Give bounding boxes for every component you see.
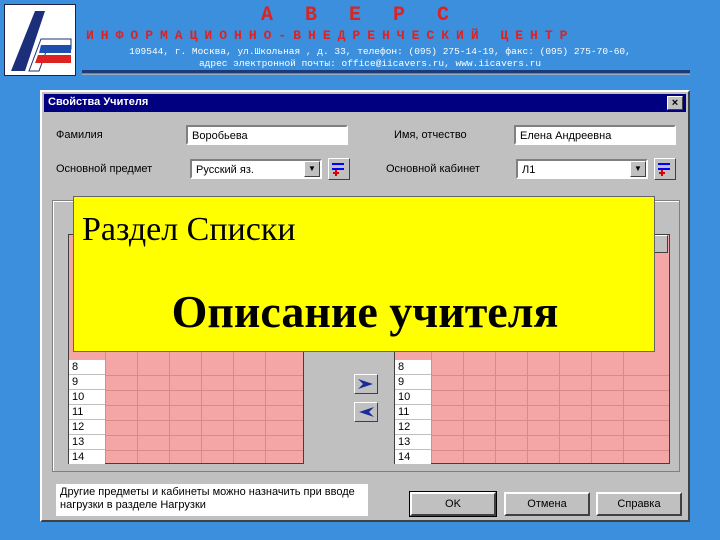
name-field[interactable]: Елена Андреевна <box>514 125 676 145</box>
grid-row-number: 14 <box>395 450 431 465</box>
room-edit-button[interactable] <box>654 158 676 180</box>
move-right-button[interactable] <box>354 374 378 394</box>
address-line-2: адрес электронной почты: office@iicavers… <box>198 58 542 69</box>
overlay-title: Раздел Списки <box>82 211 296 248</box>
slide-overlay: Раздел Списки Описание учителя <box>73 196 655 352</box>
subject-select[interactable]: Русский яз. ▼ <box>190 159 322 179</box>
dialog-titlebar[interactable]: Свойства Учителя × <box>44 94 686 112</box>
grid-row-number: 10 <box>69 390 105 405</box>
subject-label: Основной предмет <box>56 163 153 175</box>
overlay-subtitle: Описание учителя <box>171 286 559 337</box>
hint-note: Другие предметы и кабинеты можно назначи… <box>56 484 368 516</box>
surname-label: Фамилия <box>56 129 103 141</box>
room-value: Л1 <box>522 164 536 176</box>
grid-row-number: 11 <box>395 405 431 420</box>
grid-row-number: 13 <box>69 435 105 450</box>
grid-row-number: 12 <box>69 420 105 435</box>
address-line-1: 109544, г. Москва, ул.Школьная , д. 33, … <box>129 46 631 57</box>
grid-row-number: 13 <box>395 435 431 450</box>
room-select[interactable]: Л1 ▼ <box>516 159 648 179</box>
grid-row-number: 9 <box>69 375 105 390</box>
arrow-right-icon <box>358 379 373 389</box>
cancel-button[interactable]: Отмена <box>504 492 590 516</box>
grid-row-number: 8 <box>69 360 105 375</box>
room-label: Основной кабинет <box>386 163 480 175</box>
grid-row-number: 10 <box>395 390 431 405</box>
dialog-title: Свойства Учителя <box>48 96 149 108</box>
grid-row-number: 11 <box>69 405 105 420</box>
arrow-left-icon <box>359 407 374 417</box>
grid-row-number: 9 <box>395 375 431 390</box>
subject-value: Русский яз. <box>196 164 254 176</box>
grid-row-number: 8 <box>395 360 431 375</box>
chevron-down-icon[interactable]: ▼ <box>630 161 646 177</box>
name-label: Имя, отчество <box>394 129 467 141</box>
surname-field[interactable]: Воробьева <box>186 125 348 145</box>
list-edit-icon <box>658 163 670 176</box>
chevron-down-icon[interactable]: ▼ <box>304 161 320 177</box>
header-rule-shadow <box>82 74 690 75</box>
brand-title: А В Е Р С <box>260 4 460 27</box>
close-button[interactable]: × <box>667 96 683 110</box>
help-button[interactable]: Справка <box>596 492 682 516</box>
center-name: ИНФОРМАЦИОННО-ВНЕДРЕНЧЕСКИЙ ЦЕНТР <box>86 28 575 43</box>
ok-button[interactable]: OK <box>409 491 497 517</box>
grid-row-number: 14 <box>69 450 105 465</box>
move-left-button[interactable] <box>354 402 378 422</box>
list-edit-icon <box>332 163 344 176</box>
grid-row-number: 12 <box>395 420 431 435</box>
subject-edit-button[interactable] <box>328 158 350 180</box>
header-rule <box>82 70 690 73</box>
